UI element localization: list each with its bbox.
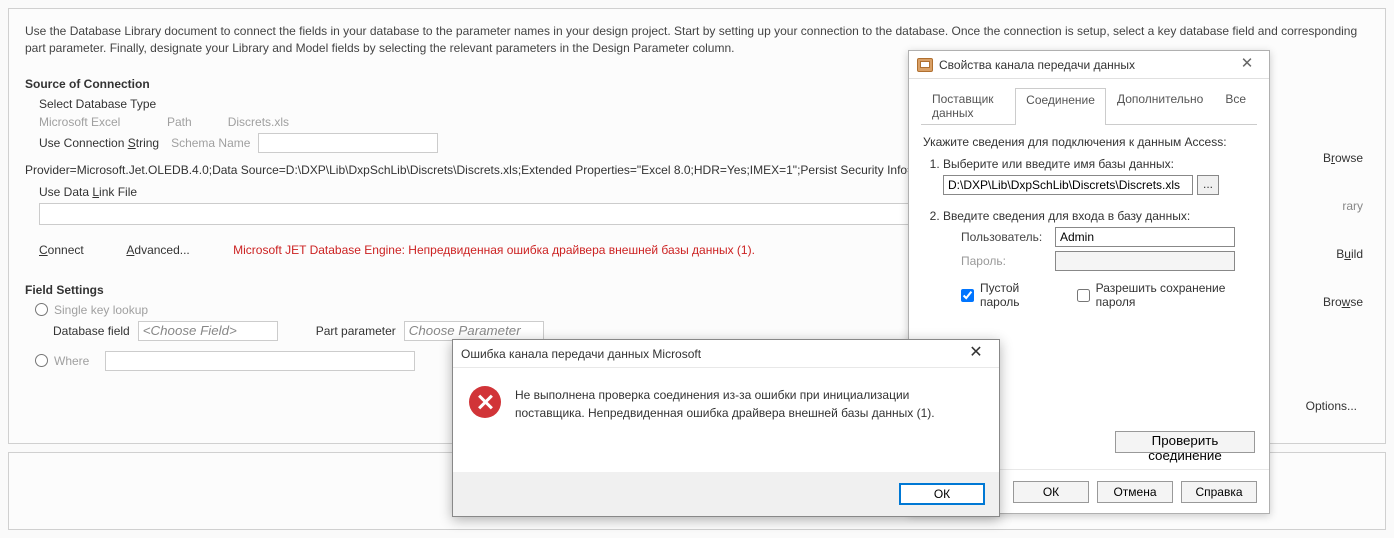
connect-button[interactable]: Connect (39, 243, 84, 257)
part-param-label: Part parameter (316, 324, 396, 338)
schema-input[interactable] (258, 133, 438, 153)
user-input[interactable] (1055, 227, 1235, 247)
path-value: Discrets.xls (228, 115, 289, 129)
where-label: Where (54, 354, 89, 368)
tab-provider[interactable]: Поставщик данных (921, 87, 1015, 124)
user-label: Пользователь: (961, 230, 1047, 244)
ok-button[interactable]: ОК (1013, 481, 1089, 503)
advanced-button[interactable]: Advanced... (126, 243, 189, 257)
dialog-title-text: Свойства канала передачи данных (939, 58, 1233, 72)
single-key-label: Single key lookup (54, 303, 148, 317)
error-dialog: Ошибка канала передачи данных Microsoft … (452, 339, 1000, 517)
blank-password-label: Пустой пароль (980, 281, 1057, 309)
allow-save-checkbox[interactable] (1077, 289, 1090, 302)
browse-button[interactable]: ... (1197, 175, 1219, 195)
options-link[interactable]: Options... (1306, 399, 1357, 413)
browse-link-1[interactable]: Browse (1323, 151, 1363, 165)
password-input (1055, 251, 1235, 271)
part-param-select[interactable] (404, 321, 544, 341)
use-conn-string-label: Use Connection String (39, 136, 159, 150)
error-icon (469, 386, 501, 418)
cancel-button[interactable]: Отмена (1097, 481, 1173, 503)
error-message: Не выполнена проверка соединения из-за о… (515, 386, 955, 422)
step2-label: Введите сведения для входа в базу данных… (943, 209, 1257, 223)
build-link[interactable]: Build (1336, 247, 1363, 261)
jet-error-text: Microsoft JET Database Engine: Непредвид… (233, 243, 755, 257)
instructions-text: Укажите сведения для подключения к данны… (923, 135, 1255, 149)
tabs: Поставщик данных Соединение Дополнительн… (921, 87, 1257, 125)
where-radio[interactable] (35, 354, 48, 367)
rary-fragment: rary (1342, 199, 1363, 213)
tab-advanced[interactable]: Дополнительно (1106, 87, 1214, 124)
browse-link-2[interactable]: Browse (1323, 295, 1363, 309)
select-db-type-label: Select Database Type (39, 97, 156, 111)
error-titlebar: Ошибка канала передачи данных Microsoft … (453, 340, 999, 368)
db-field-select[interactable] (138, 321, 278, 341)
password-label: Пароль: (961, 254, 1047, 268)
data-link-input[interactable] (39, 203, 909, 225)
use-data-link-label: Use Data Link File (39, 185, 137, 199)
schema-label: Schema Name (171, 136, 250, 150)
dialog-icon (917, 58, 933, 72)
close-icon[interactable]: ✕ (1233, 55, 1261, 75)
test-connection-button[interactable]: Проверить соединение (1115, 431, 1255, 453)
where-input[interactable] (105, 351, 415, 371)
db-path-input[interactable] (943, 175, 1193, 195)
provider-label: Microsoft Excel (39, 115, 159, 129)
help-button[interactable]: Справка (1181, 481, 1257, 503)
tab-connection[interactable]: Соединение (1015, 88, 1106, 125)
close-icon[interactable]: ✕ (961, 343, 991, 365)
path-label: Path (167, 115, 192, 129)
allow-save-label: Разрешить сохранение пароля (1096, 281, 1257, 309)
error-title-text: Ошибка канала передачи данных Microsoft (461, 347, 961, 361)
tab-all[interactable]: Все (1214, 87, 1257, 124)
error-ok-button[interactable]: ОК (899, 483, 985, 505)
db-field-label: Database field (53, 324, 130, 338)
step1-label: Выберите или введите имя базы данных: (943, 157, 1257, 171)
single-key-radio[interactable] (35, 303, 48, 316)
dialog-titlebar: Свойства канала передачи данных ✕ (909, 51, 1269, 79)
blank-password-checkbox[interactable] (961, 289, 974, 302)
